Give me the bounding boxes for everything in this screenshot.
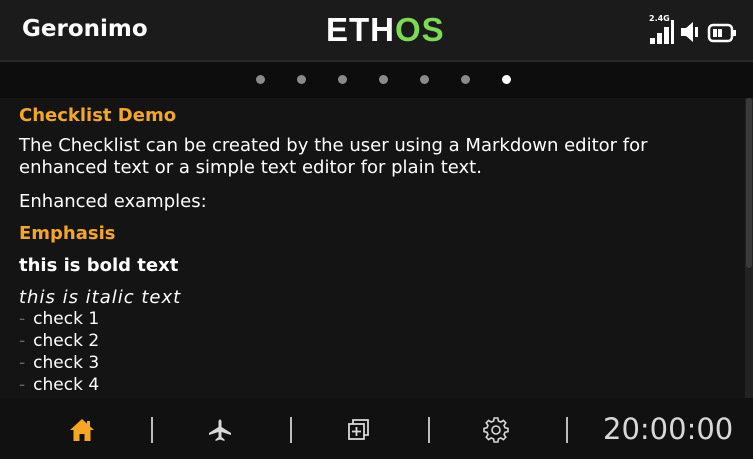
page-dot[interactable] xyxy=(461,75,470,84)
system-icon[interactable] xyxy=(344,416,372,444)
signal-strength-icon[interactable]: 2.4G xyxy=(649,14,674,44)
separator xyxy=(428,417,430,443)
examples-label: Enhanced examples: xyxy=(19,191,207,212)
top-bar: Geronimo ETHOS 2.4G xyxy=(0,0,753,62)
page-dot[interactable] xyxy=(379,75,388,84)
content-scrollbar[interactable] xyxy=(745,98,753,398)
check-item-label: check 3 xyxy=(33,353,100,373)
status-icons: 2.4G xyxy=(649,14,737,44)
check-item: - check 4 xyxy=(19,375,100,395)
check-item-label: check 4 xyxy=(33,375,100,395)
check-item: - check 3 xyxy=(19,353,100,373)
scrollbar-thumb[interactable] xyxy=(746,98,752,268)
intro-text-line-2: enhanced text or a simple text editor fo… xyxy=(19,157,482,178)
page-dot[interactable] xyxy=(338,75,347,84)
check-item: - check 2 xyxy=(19,331,100,351)
page-dot[interactable] xyxy=(297,75,306,84)
separator xyxy=(151,417,153,443)
checklist-content[interactable]: Checklist Demo The Checklist can be crea… xyxy=(0,98,753,398)
bold-example: this is bold text xyxy=(19,255,179,276)
separator xyxy=(290,417,292,443)
emphasis-heading: Emphasis xyxy=(19,223,116,244)
brand-accent: OS xyxy=(395,11,445,48)
airplane-icon[interactable] xyxy=(206,416,234,444)
check-item-label: check 2 xyxy=(33,331,100,351)
italic-example: this is italic text xyxy=(19,287,182,308)
page-dot-active[interactable] xyxy=(502,75,511,84)
model-name[interactable]: Geronimo xyxy=(22,16,148,42)
page-dot[interactable] xyxy=(420,75,429,84)
rssi-band-label: 2.4G xyxy=(649,14,670,23)
check-item: - check 1 xyxy=(19,309,100,329)
settings-icon[interactable] xyxy=(482,416,510,444)
speaker-icon[interactable] xyxy=(679,20,701,44)
check-item-label: check 1 xyxy=(33,309,100,329)
home-icon[interactable] xyxy=(68,416,96,444)
battery-icon[interactable] xyxy=(707,22,737,44)
page-dot[interactable] xyxy=(256,75,265,84)
brand-main: ETH xyxy=(326,11,395,48)
checklist-title: Checklist Demo xyxy=(19,105,177,126)
page-indicator xyxy=(0,62,753,98)
timer-clock[interactable]: 20:00:00 xyxy=(603,412,733,446)
separator xyxy=(566,417,568,443)
bottom-nav-bar: 20:00:00 xyxy=(0,398,753,459)
ethos-logo: ETHOS xyxy=(326,11,445,49)
intro-text-line-1: The Checklist can be created by the user… xyxy=(19,135,648,156)
